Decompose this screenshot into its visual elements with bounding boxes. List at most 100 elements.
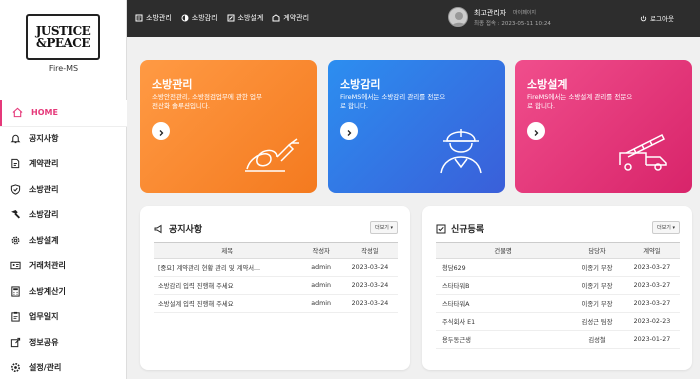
registry-panel: 신규등록 더보기 ▾ 건물명 담당자 계약일 청담629 이종기 부장 2023… xyxy=(422,206,692,370)
sidebar-item-fire-manage[interactable]: 소방관리 xyxy=(0,177,127,203)
notice-title-cell[interactable]: 소방감리 입력 진행해 주세요 xyxy=(154,276,301,295)
avatar[interactable] xyxy=(448,7,468,27)
registry-title: 신규등록 xyxy=(436,222,484,235)
date-cell: 2023-03-24 xyxy=(341,258,398,277)
calculator-icon xyxy=(9,285,21,297)
logout-button[interactable]: 로그아웃 xyxy=(640,13,674,23)
clipboard-icon xyxy=(9,311,21,323)
sidebar-item-label: 거래처관리 xyxy=(29,261,66,271)
inspect-icon xyxy=(181,14,189,22)
shield-check-icon xyxy=(9,183,21,195)
top-bar: 소방관리 소방감리 소방설계 계약관리 최고관리자 마이페이지 최종 접속 : … xyxy=(127,0,700,37)
table-row[interactable]: 스타타워B 이종기 부장 2023-03-27 xyxy=(436,276,680,295)
topnav-label: 소방설계 xyxy=(237,14,264,22)
topnav-item-fire-inspect[interactable]: 소방감리 xyxy=(181,13,218,23)
date-cell: 2023-03-24 xyxy=(341,276,398,295)
document-edit-icon xyxy=(9,158,21,170)
sidebar-item-calculator[interactable]: 소방계산기 xyxy=(0,279,127,305)
registry-table: 건물명 담당자 계약일 청담629 이종기 부장 2023-03-27 스타타워… xyxy=(436,242,680,349)
sidebar-item-share[interactable]: 정보공유 xyxy=(0,330,127,356)
card-desc: FireMS에서는 소방감리 관리를 전문으로 합니다. xyxy=(340,93,446,110)
topnav-item-fire-manage[interactable]: 소방관리 xyxy=(135,13,172,23)
sidebar-item-client[interactable]: 거래처관리 xyxy=(0,253,127,279)
fire-truck-icon xyxy=(616,129,676,179)
card-go-button[interactable] xyxy=(340,122,358,140)
table-row[interactable]: 주식회사 E1 김성근 팀장 2023-02-23 xyxy=(436,312,680,331)
notice-table: 제목 작성자 작성일 [중요] 계약관리 현황 관리 및 계약서... admi… xyxy=(154,242,398,313)
topnav-item-fire-design[interactable]: 소방설계 xyxy=(227,13,264,23)
bell-icon xyxy=(9,132,21,144)
table-row[interactable]: 소방감리 입력 진행해 주세요 admin 2023-03-24 xyxy=(154,276,398,295)
card-go-button[interactable] xyxy=(152,122,170,140)
mypage-link[interactable]: 마이페이지 xyxy=(513,9,536,16)
fire-hose-icon xyxy=(241,129,301,179)
column-header: 계약일 xyxy=(623,242,680,259)
card-fire-manage[interactable]: 소방관리 소방안전관리, 소방점검업무에 관한 업무전산화 솔루션입니다. xyxy=(140,60,317,193)
topnav-item-contract[interactable]: 계약관리 xyxy=(272,13,309,23)
manager-cell: 이종기 부장 xyxy=(570,258,624,277)
registry-more-button[interactable]: 더보기 ▾ xyxy=(652,221,680,234)
contract-icon xyxy=(272,14,280,22)
date-cell: 2023-03-27 xyxy=(623,276,680,295)
sidebar-item-label: HOME xyxy=(31,108,58,118)
building-cell[interactable]: 스타타워B xyxy=(436,276,571,295)
sidebar-item-contract[interactable]: 계약관리 xyxy=(0,151,127,177)
manager-cell: 이종기 부장 xyxy=(570,294,624,313)
table-row[interactable]: [중요] 계약관리 현황 관리 및 계약서... admin 2023-03-2… xyxy=(154,258,398,277)
sidebar-item-label: 소방감리 xyxy=(29,210,59,220)
chevron-right-icon xyxy=(157,122,165,141)
settings-icon xyxy=(9,362,21,374)
sidebar-item-settings[interactable]: 설정/관리 xyxy=(0,355,127,379)
author-cell: admin xyxy=(300,276,342,295)
building-cell[interactable]: 청담629 xyxy=(436,258,571,277)
building-cell[interactable]: 주식회사 E1 xyxy=(436,312,571,331)
building-cell[interactable]: 스타타워A xyxy=(436,294,571,313)
notice-title-cell[interactable]: 소방설계 입력 진행해 주세요 xyxy=(154,294,301,313)
sidebar-item-fire-inspect[interactable]: 소방감리 xyxy=(0,202,127,228)
table-row[interactable]: 청담629 이종기 부장 2023-03-27 xyxy=(436,258,680,277)
column-header: 제목 xyxy=(154,242,301,259)
card-go-button[interactable] xyxy=(527,122,545,140)
column-header: 담당자 xyxy=(570,242,624,259)
logo[interactable]: JUSTICE &PEACE xyxy=(26,14,100,60)
sidebar: JUSTICE &PEACE Fire-MS HOME 공지사항 계약관리 소방… xyxy=(0,0,127,379)
sidebar-item-label: 계약관리 xyxy=(29,159,59,169)
card-title: 소방감리 xyxy=(340,78,381,91)
card-desc: FireMS에서는 소방설계 관리를 전문으로 합니다. xyxy=(527,93,633,110)
sidebar-item-home[interactable]: HOME xyxy=(0,100,127,126)
sidebar-item-notice[interactable]: 공지사항 xyxy=(0,126,127,152)
notice-more-button[interactable]: 더보기 ▾ xyxy=(370,221,398,234)
gear-icon xyxy=(9,234,21,246)
chevron-right-icon xyxy=(345,122,353,141)
author-cell: admin xyxy=(300,294,342,313)
card-fire-design[interactable]: 소방설계 FireMS에서는 소방설계 관리를 전문으로 합니다. xyxy=(515,60,692,193)
table-row[interactable]: 스타타워A 이종기 부장 2023-03-27 xyxy=(436,294,680,313)
sidebar-item-label: 소방계산기 xyxy=(29,286,66,296)
topnav-label: 소방관리 xyxy=(146,14,172,22)
table-row[interactable]: 소방설계 입력 진행해 주세요 admin 2023-03-24 xyxy=(154,294,398,313)
last-login: 최종 접속 : 2023-05-11 10:24 xyxy=(474,21,551,27)
date-cell: 2023-03-24 xyxy=(341,294,398,313)
notice-title: 공지사항 xyxy=(154,222,202,235)
address-card-icon xyxy=(9,260,21,272)
card-title: 소방관리 xyxy=(152,78,193,91)
date-cell: 2023-03-27 xyxy=(623,294,680,313)
sidebar-item-worklog[interactable]: 업무일지 xyxy=(0,304,127,330)
logo-subtitle: Fire-MS xyxy=(48,64,79,73)
share-icon xyxy=(9,336,21,348)
sidebar-item-label: 소방설계 xyxy=(29,235,59,245)
home-icon xyxy=(11,107,23,119)
sidebar-item-label: 정보공유 xyxy=(29,337,59,347)
notice-title-cell[interactable]: [중요] 계약관리 현황 관리 및 계약서... xyxy=(154,258,301,277)
building-cell[interactable]: 용두동근생 xyxy=(436,330,571,349)
sidebar-item-fire-design[interactable]: 소방설계 xyxy=(0,228,127,254)
column-header: 건물명 xyxy=(436,242,571,259)
sidebar-menu: HOME 공지사항 계약관리 소방관리 소방감리 소방설계 거래처관리 소방계산… xyxy=(0,100,127,379)
column-header: 작성자 xyxy=(300,242,342,259)
logo-line2: &PEACE xyxy=(35,36,91,50)
logout-label: 로그아웃 xyxy=(650,15,674,23)
card-fire-inspect[interactable]: 소방감리 FireMS에서는 소방감리 관리를 전문으로 합니다. xyxy=(328,60,505,193)
design-icon xyxy=(227,14,235,22)
table-row[interactable]: 용두동근생 김성철 2023-01-27 xyxy=(436,330,680,349)
manager-cell: 이종기 부장 xyxy=(570,276,624,295)
